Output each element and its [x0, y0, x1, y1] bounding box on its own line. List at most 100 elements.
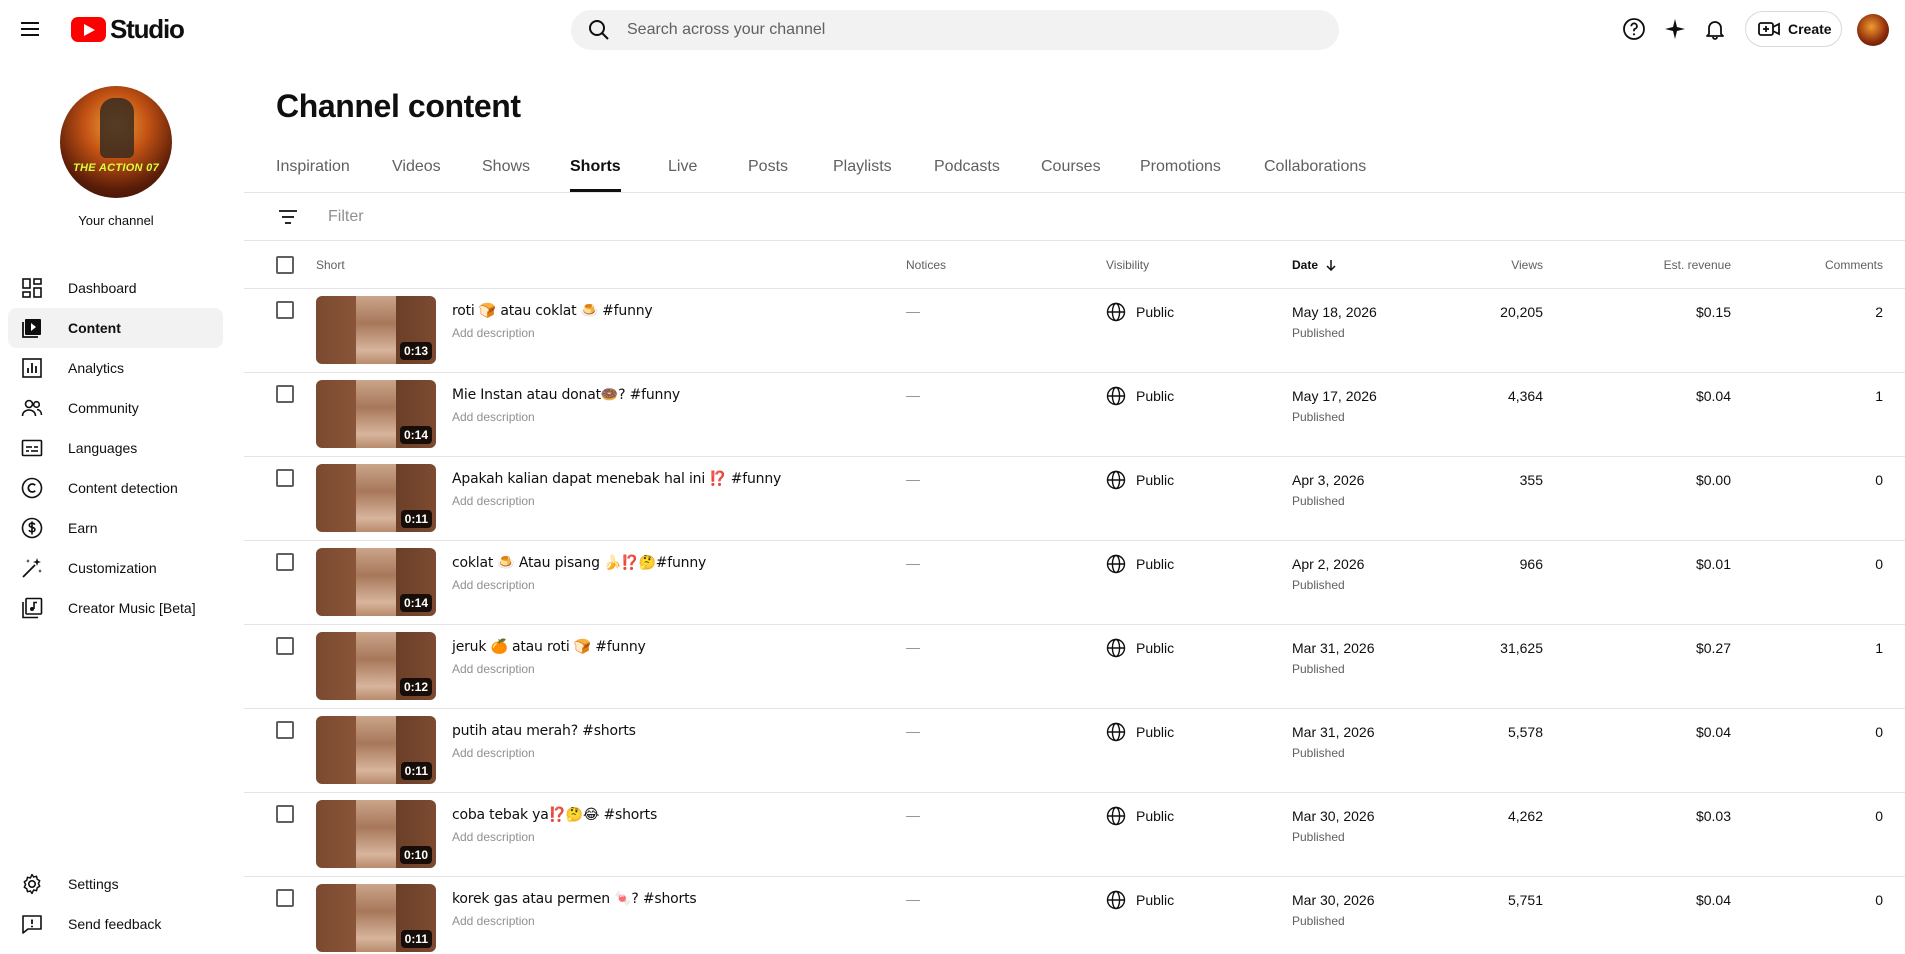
visibility-value[interactable]: Public	[1136, 388, 1174, 404]
sidebar-item-languages[interactable]: Languages	[8, 428, 223, 468]
studio-logo[interactable]: Studio	[71, 14, 185, 45]
tab-posts[interactable]: Posts	[748, 152, 788, 192]
add-description-link[interactable]: Add description	[452, 410, 535, 424]
row-checkbox[interactable]	[276, 721, 294, 739]
short-thumbnail[interactable]: 0:12	[316, 632, 436, 700]
column-date[interactable]: Date	[1292, 258, 1337, 272]
tab-inspiration[interactable]: Inspiration	[276, 152, 350, 192]
create-button[interactable]: Create	[1745, 11, 1842, 47]
sidebar-item-earn[interactable]: Earn	[8, 508, 223, 548]
sidebar-item-community[interactable]: Community	[8, 388, 223, 428]
sidebar-item-customization[interactable]: Customization	[8, 548, 223, 588]
search-input[interactable]	[627, 21, 1227, 39]
tab-live[interactable]: Live	[668, 152, 697, 192]
row-checkbox[interactable]	[276, 385, 294, 403]
short-title[interactable]: roti 🍞 atau coklat 🍮 #funny	[452, 303, 653, 319]
comments-value[interactable]: 1	[1875, 640, 1883, 656]
filter-input[interactable]	[328, 203, 928, 231]
short-thumbnail[interactable]: 0:14	[316, 380, 436, 448]
table-row[interactable]: 0:14 coklat 🍮 Atau pisang 🍌⁉️🤔#funny Add…	[244, 541, 1905, 625]
comments-value[interactable]: 2	[1875, 304, 1883, 320]
short-title[interactable]: korek gas atau permen 🍬? #shorts	[452, 891, 697, 907]
short-title[interactable]: Mie Instan atau donat🍩? #funny	[452, 387, 680, 403]
tab-promotions[interactable]: Promotions	[1140, 152, 1221, 192]
visibility-value[interactable]: Public	[1136, 724, 1174, 740]
tab-courses[interactable]: Courses	[1041, 152, 1101, 192]
sidebar-item-content-detection[interactable]: Content detection	[8, 468, 223, 508]
row-checkbox[interactable]	[276, 553, 294, 571]
sidebar-item-creator-music[interactable]: Creator Music [Beta]	[8, 588, 223, 628]
add-description-link[interactable]: Add description	[452, 494, 535, 508]
sidebar-item-dashboard[interactable]: Dashboard	[8, 268, 223, 308]
visibility-value[interactable]: Public	[1136, 304, 1174, 320]
comments-value[interactable]: 0	[1875, 808, 1883, 824]
comments-value[interactable]: 1	[1875, 388, 1883, 404]
short-thumbnail[interactable]: 0:10	[316, 800, 436, 868]
column-views[interactable]: Views	[1511, 258, 1543, 272]
tab-shows[interactable]: Shows	[482, 152, 530, 192]
short-title[interactable]: coba tebak ya⁉️🤔😂 #shorts	[452, 807, 657, 823]
table-row[interactable]: 0:11 putih atau merah? #shorts Add descr…	[244, 709, 1905, 793]
short-thumbnail[interactable]: 0:14	[316, 548, 436, 616]
sidebar-item-content[interactable]: Content	[8, 308, 223, 348]
help-icon[interactable]	[1622, 17, 1646, 41]
table-row[interactable]: 0:11 Apakah kalian dapat menebak hal ini…	[244, 457, 1905, 541]
earn-icon	[21, 517, 43, 539]
table-row[interactable]: 0:12 jeruk 🍊 atau roti 🍞 #funny Add desc…	[244, 625, 1905, 709]
short-thumbnail[interactable]: 0:11	[316, 716, 436, 784]
table-row[interactable]: 0:10 coba tebak ya⁉️🤔😂 #shorts Add descr…	[244, 793, 1905, 877]
tab-collaborations[interactable]: Collaborations	[1264, 152, 1366, 192]
add-description-link[interactable]: Add description	[452, 746, 535, 760]
row-checkbox[interactable]	[276, 805, 294, 823]
row-checkbox[interactable]	[276, 637, 294, 655]
sparkle-icon[interactable]	[1663, 17, 1687, 41]
content-detection-icon	[21, 477, 43, 499]
short-thumbnail[interactable]: 0:11	[316, 464, 436, 532]
comments-value[interactable]: 0	[1875, 724, 1883, 740]
channel-avatar[interactable]: THE ACTION 07	[60, 86, 172, 198]
search-bar[interactable]	[571, 10, 1339, 50]
tab-podcasts[interactable]: Podcasts	[934, 152, 1000, 192]
menu-icon[interactable]	[18, 17, 42, 41]
column-notices: Notices	[906, 258, 947, 272]
notifications-icon[interactable]	[1703, 17, 1727, 41]
add-description-link[interactable]: Add description	[452, 662, 535, 676]
select-all-checkbox[interactable]	[276, 256, 294, 274]
short-title[interactable]: putih atau merah? #shorts	[452, 723, 636, 739]
add-description-link[interactable]: Add description	[452, 326, 535, 340]
add-description-link[interactable]: Add description	[452, 578, 535, 592]
account-avatar[interactable]	[1857, 14, 1889, 46]
column-revenue[interactable]: Est. revenue	[1664, 258, 1731, 272]
row-checkbox[interactable]	[276, 469, 294, 487]
short-thumbnail[interactable]: 0:11	[316, 884, 436, 952]
sidebar-item-settings[interactable]: Settings	[8, 864, 223, 904]
visibility-value[interactable]: Public	[1136, 892, 1174, 908]
visibility-value[interactable]: Public	[1136, 556, 1174, 572]
tab-shorts[interactable]: Shorts	[570, 152, 621, 192]
row-checkbox[interactable]	[276, 889, 294, 907]
sidebar-item-send-feedback[interactable]: Send feedback	[8, 904, 223, 944]
visibility-value[interactable]: Public	[1136, 472, 1174, 488]
short-title[interactable]: coklat 🍮 Atau pisang 🍌⁉️🤔#funny	[452, 555, 706, 571]
search-icon[interactable]	[587, 18, 611, 42]
visibility-value[interactable]: Public	[1136, 640, 1174, 656]
short-title[interactable]: Apakah kalian dapat menebak hal ini ⁉️ #…	[452, 471, 781, 487]
table-row[interactable]: 0:14 Mie Instan atau donat🍩? #funny Add …	[244, 373, 1905, 457]
filter-icon[interactable]	[276, 205, 300, 229]
comments-value[interactable]: 0	[1875, 556, 1883, 572]
add-description-link[interactable]: Add description	[452, 830, 535, 844]
date-value: Apr 3, 2026	[1292, 472, 1365, 488]
tab-videos[interactable]: Videos	[392, 152, 441, 192]
add-description-link[interactable]: Add description	[452, 914, 535, 928]
table-row[interactable]: 0:11 korek gas atau permen 🍬? #shorts Ad…	[244, 877, 1905, 954]
comments-value[interactable]: 0	[1875, 472, 1883, 488]
table-row[interactable]: 0:13 roti 🍞 atau coklat 🍮 #funny Add des…	[244, 289, 1905, 373]
row-checkbox[interactable]	[276, 301, 294, 319]
short-thumbnail[interactable]: 0:13	[316, 296, 436, 364]
short-title[interactable]: jeruk 🍊 atau roti 🍞 #funny	[452, 639, 646, 655]
visibility-value[interactable]: Public	[1136, 808, 1174, 824]
column-comments[interactable]: Comments	[1825, 258, 1883, 272]
comments-value[interactable]: 0	[1875, 892, 1883, 908]
sidebar-item-analytics[interactable]: Analytics	[8, 348, 223, 388]
tab-playlists[interactable]: Playlists	[833, 152, 892, 192]
